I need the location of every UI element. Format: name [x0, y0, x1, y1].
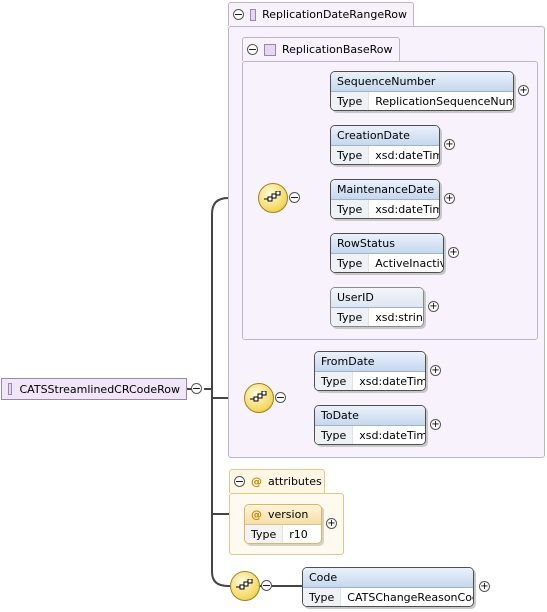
sequence-compositor-icon[interactable]	[244, 383, 274, 413]
type-label: Type	[315, 426, 354, 444]
collapse-icon[interactable]: −	[261, 580, 272, 591]
expand-icon[interactable]: +	[518, 85, 529, 96]
element-user-id[interactable]: UserID Type xsd:string	[330, 287, 424, 327]
root-element[interactable]: CATSStreamlinedCRCodeRow	[1, 378, 187, 400]
element-from-date[interactable]: FromDate Type xsd:dateTime	[314, 351, 426, 391]
expand-icon[interactable]: +	[444, 139, 455, 150]
inner-group-tab: − ReplicationBaseRow	[242, 37, 400, 61]
expand-icon[interactable]: +	[448, 247, 459, 258]
outer-group-label: ReplicationDateRangeRow	[262, 8, 407, 21]
outer-group-tab: − ReplicationDateRangeRow	[228, 2, 414, 26]
element-to-date[interactable]: ToDate Type xsd:dateTime	[314, 405, 426, 445]
root-element-label: CATSStreamlinedCRCodeRow	[19, 382, 181, 396]
collapse-icon[interactable]: −	[275, 392, 286, 403]
attribute-icon: @	[251, 475, 262, 488]
element-row-status[interactable]: RowStatus Type ActiveInactive	[330, 233, 444, 273]
element-name: RowStatus	[331, 234, 443, 254]
element-type: xsd:dateTime	[359, 375, 425, 388]
element-type: xsd:dateTime	[359, 429, 425, 442]
collapse-icon[interactable]: −	[191, 383, 202, 394]
attributes-label: attributes	[268, 475, 322, 488]
sequence-icon	[236, 579, 253, 590]
type-label: Type	[331, 254, 370, 272]
collapse-icon[interactable]: −	[289, 192, 300, 203]
element-name: FromDate	[315, 352, 425, 372]
collapse-icon[interactable]: −	[233, 9, 244, 20]
collapse-icon[interactable]: −	[234, 476, 245, 487]
type-label: Type	[303, 588, 342, 606]
type-label: Type	[331, 200, 370, 218]
attribute-type: r10	[289, 528, 308, 541]
element-type: ReplicationSequenceNumber	[375, 95, 513, 108]
expand-icon[interactable]: +	[428, 301, 439, 312]
attribute-version[interactable]: @ version Type r10	[244, 504, 322, 544]
expand-icon[interactable]: +	[430, 419, 441, 430]
element-name: CreationDate	[331, 126, 439, 146]
attribute-name: version	[268, 508, 309, 521]
type-label: Type	[315, 372, 354, 390]
expand-icon[interactable]: +	[479, 581, 490, 592]
collapse-icon[interactable]: −	[247, 44, 258, 55]
element-name: SequenceNumber	[331, 72, 513, 92]
element-name: ToDate	[315, 406, 425, 426]
type-label: Type	[245, 525, 284, 543]
group-icon	[250, 8, 257, 21]
expand-icon[interactable]: +	[430, 365, 441, 376]
element-type: xsd:string	[375, 311, 423, 324]
element-code[interactable]: Code Type CATSChangeReasonCode	[302, 567, 474, 607]
element-type: xsd:dateTime	[375, 203, 439, 216]
element-maintenance-date[interactable]: MaintenanceDate Type xsd:dateTime	[330, 179, 440, 219]
element-sequence-number[interactable]: SequenceNumber Type ReplicationSequenceNu…	[330, 71, 514, 111]
group-icon	[8, 383, 12, 395]
sequence-icon	[264, 191, 281, 202]
type-label: Type	[331, 308, 370, 326]
sequence-compositor-icon[interactable]	[230, 571, 260, 601]
sequence-icon	[250, 391, 267, 402]
type-label: Type	[331, 146, 370, 164]
expand-icon[interactable]: +	[444, 193, 455, 204]
element-type: ActiveInactive	[375, 257, 443, 270]
element-type: CATSChangeReasonCode	[347, 591, 474, 604]
element-type: xsd:dateTime	[375, 149, 439, 162]
element-name: UserID	[331, 288, 423, 308]
sequence-compositor-icon[interactable]	[258, 183, 288, 213]
inner-group-label: ReplicationBaseRow	[282, 43, 393, 56]
attributes-tab: − @ attributes	[229, 469, 325, 493]
element-creation-date[interactable]: CreationDate Type xsd:dateTime	[330, 125, 440, 165]
element-name: Code	[303, 568, 473, 588]
expand-icon[interactable]: +	[326, 518, 337, 529]
attribute-icon: @	[251, 508, 262, 521]
group-icon	[264, 43, 276, 56]
element-name: MaintenanceDate	[331, 180, 439, 200]
type-label: Type	[331, 92, 370, 110]
